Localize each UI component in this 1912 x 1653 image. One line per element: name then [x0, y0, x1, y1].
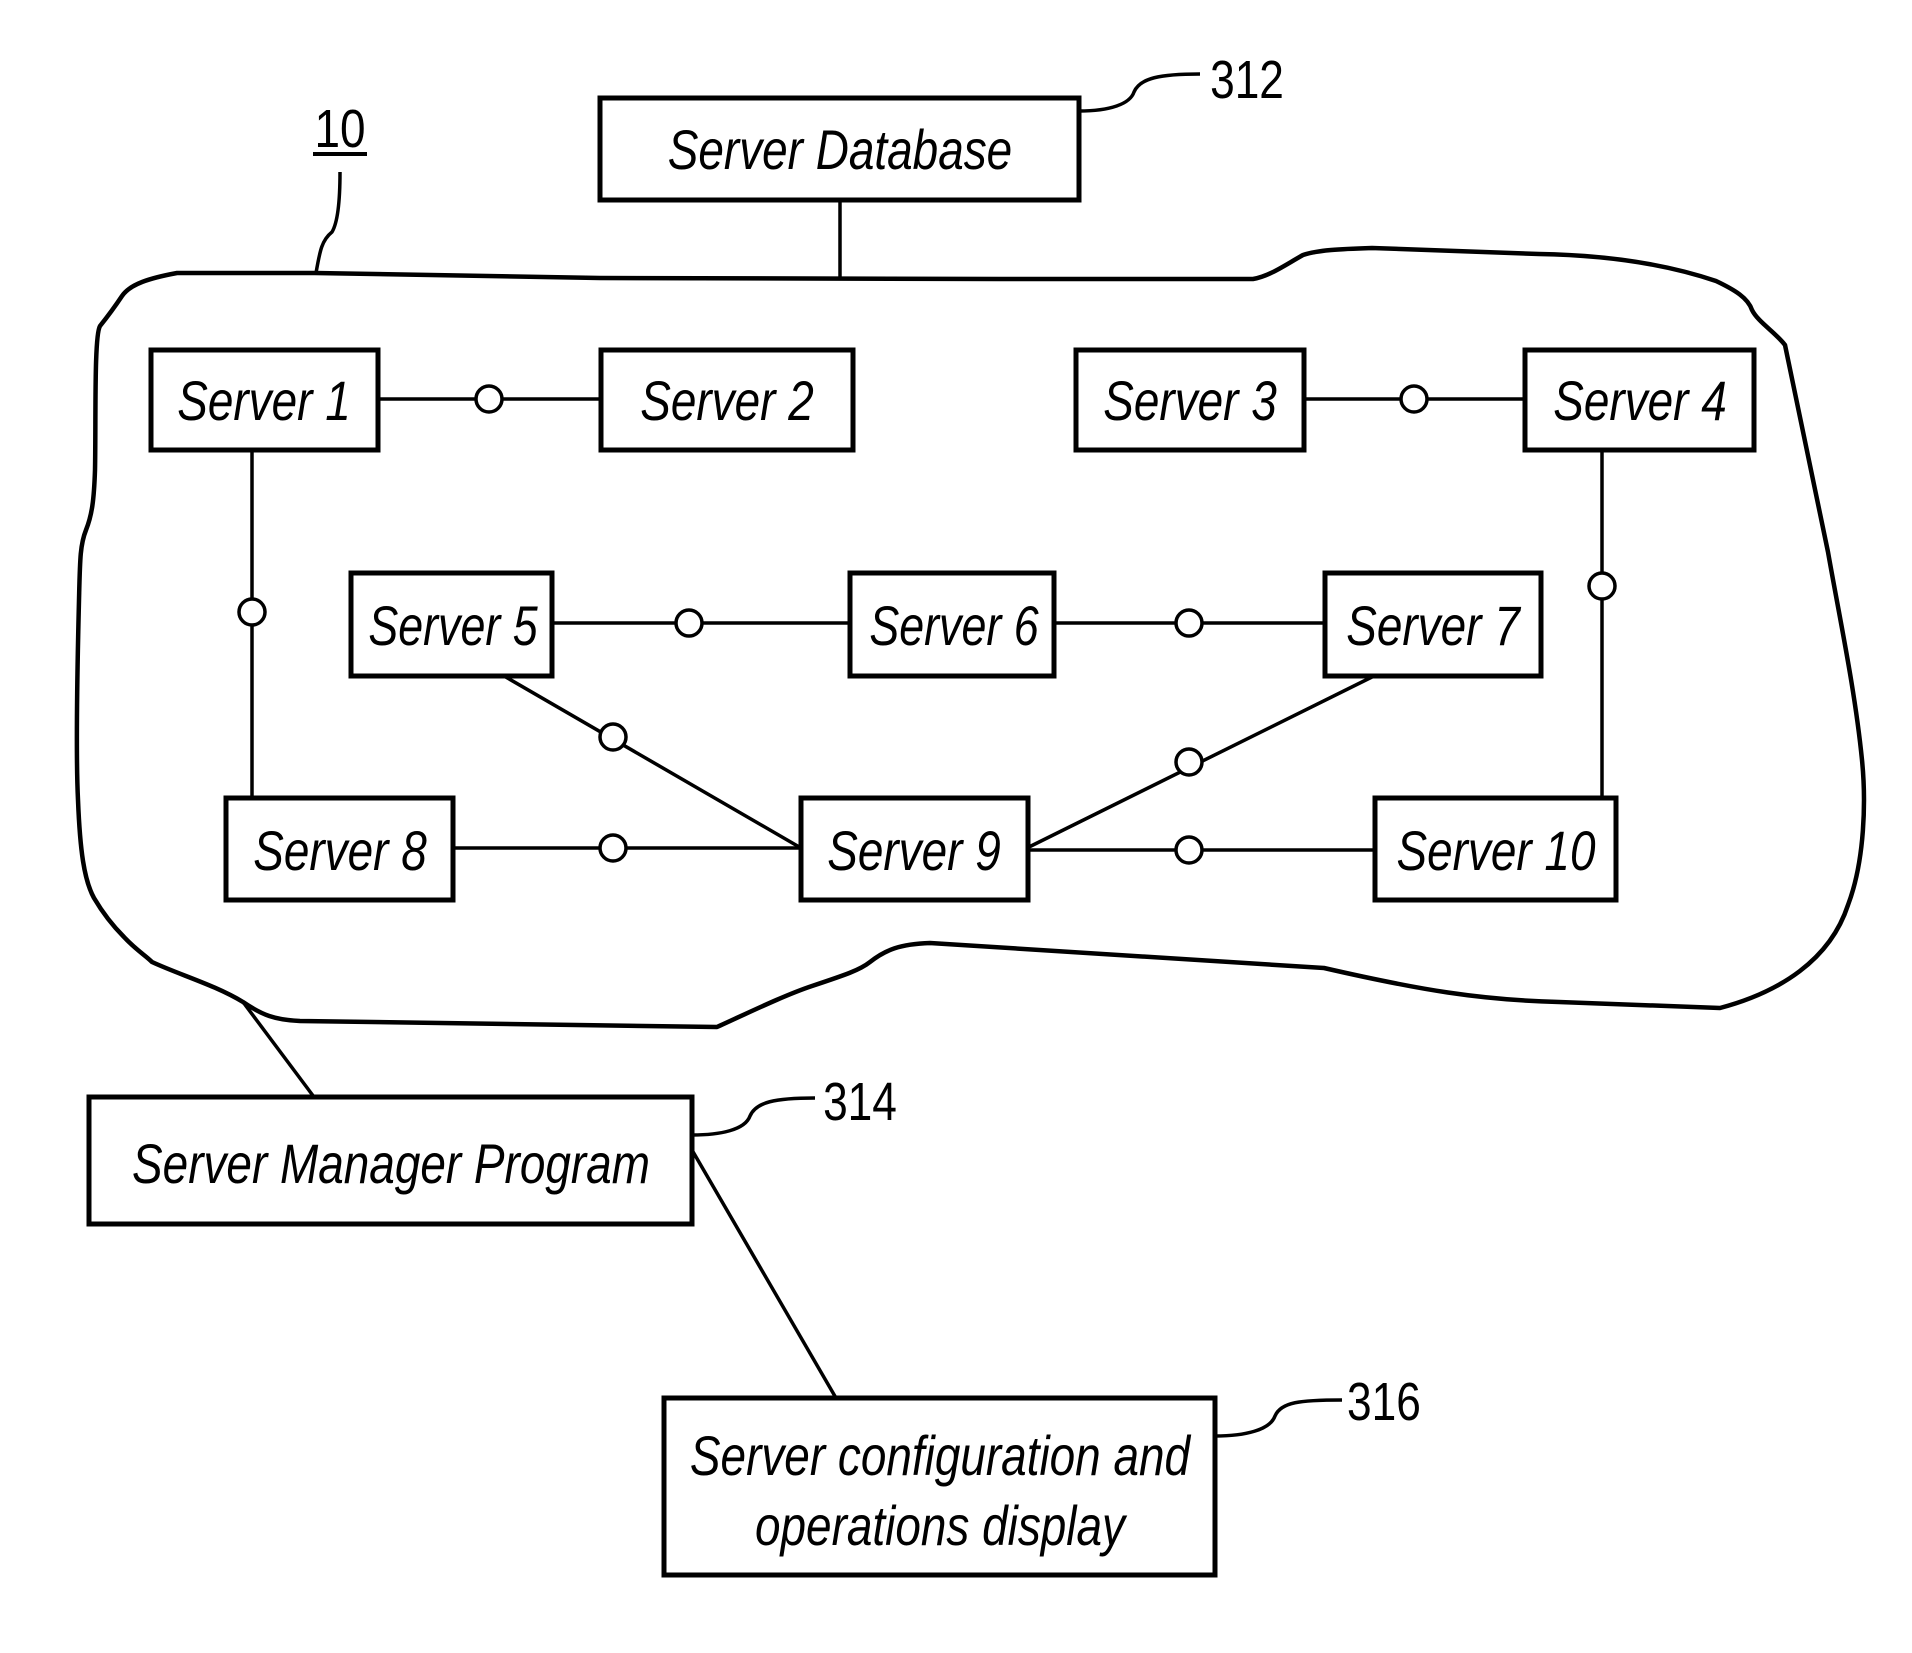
link-node-7-9[interactable] — [1174, 747, 1204, 777]
config-display-label-line2: operations display — [755, 1495, 1128, 1557]
server-label: Server 3 — [1103, 370, 1277, 432]
server-9[interactable]: Server 9 — [798, 795, 1031, 903]
server-label: Server 10 — [1396, 820, 1595, 882]
server-10[interactable]: Server 10 — [1372, 795, 1619, 903]
display-reference-label: 316 — [1347, 1372, 1421, 1432]
server-1[interactable]: Server 1 — [148, 347, 381, 453]
link-node-5-6[interactable] — [674, 608, 704, 638]
manager-reference-leader — [691, 1096, 816, 1137]
system-reference-leader — [314, 171, 342, 274]
server-4[interactable]: Server 4 — [1522, 347, 1757, 453]
server-manager-program-label: Server Manager Program — [132, 1133, 650, 1195]
server-label: Server 8 — [253, 820, 427, 882]
link-server5-server9 — [503, 674, 802, 850]
network-diagram: 10 Server Database 312 Server 1 Server 2… — [74, 50, 1867, 1578]
server-label: Server 7 — [1346, 595, 1522, 657]
server-label: Server 4 — [1553, 370, 1726, 432]
link-node-8-9[interactable] — [598, 833, 628, 863]
server-7[interactable]: Server 7 — [1322, 570, 1544, 679]
server-label: Server 6 — [869, 594, 1039, 657]
server-6[interactable]: Server 6 — [847, 570, 1057, 679]
database-reference-label: 312 — [1210, 50, 1284, 110]
server-label: Server 1 — [177, 370, 350, 432]
display-reference-leader — [1214, 1398, 1343, 1438]
manager-to-display-link — [690, 1149, 838, 1399]
server-label: Server 5 — [368, 594, 538, 657]
link-node-3-4[interactable] — [1399, 384, 1429, 414]
config-display-label-line1: Server configuration and — [690, 1425, 1191, 1487]
link-node-9-10[interactable] — [1174, 835, 1204, 865]
manager-reference-label: 314 — [823, 1072, 897, 1132]
server-label: Server 2 — [640, 370, 813, 432]
link-node-5-9[interactable] — [598, 722, 628, 752]
server-5[interactable]: Server 5 — [348, 570, 555, 679]
link-node-4-10[interactable] — [1587, 571, 1617, 601]
database-reference-leader — [1078, 72, 1201, 113]
server-8[interactable]: Server 8 — [223, 795, 456, 903]
server-2[interactable]: Server 2 — [598, 347, 856, 453]
link-node-6-7[interactable] — [1174, 608, 1204, 638]
system-reference-label: 10 — [314, 99, 365, 159]
server-database-label: Server Database — [668, 119, 1012, 181]
link-node-1-2[interactable] — [474, 384, 504, 414]
link-node-1-8[interactable] — [237, 597, 267, 627]
server-3[interactable]: Server 3 — [1073, 347, 1307, 453]
server-label: Server 9 — [827, 820, 1000, 882]
